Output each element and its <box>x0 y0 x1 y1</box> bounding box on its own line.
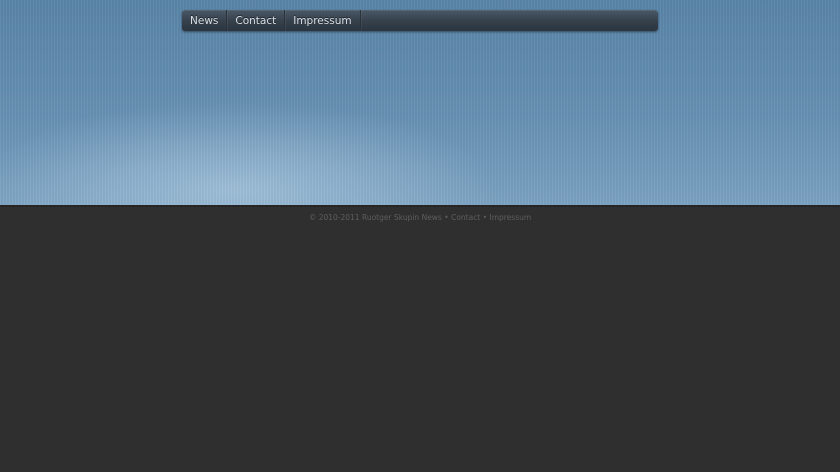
footer-separator: • <box>444 213 449 222</box>
footer-separator: • <box>482 213 488 222</box>
nav-item-contact[interactable]: Contact <box>227 10 286 31</box>
footer-link-impressum[interactable]: Impressum <box>489 213 531 222</box>
footer-link-news[interactable]: News <box>422 213 442 222</box>
header-divider <box>0 205 840 207</box>
nav-item-impressum[interactable]: Impressum <box>285 10 361 31</box>
main-navigation: News Contact Impressum <box>182 10 658 31</box>
footer-link-contact[interactable]: Contact <box>451 213 480 222</box>
nav-item-news[interactable]: News <box>182 10 228 31</box>
footer: © 2010-2011 Ruotger Skupin News • Contac… <box>0 213 840 222</box>
footer-copyright: © 2010-2011 Ruotger Skupin <box>308 213 420 222</box>
